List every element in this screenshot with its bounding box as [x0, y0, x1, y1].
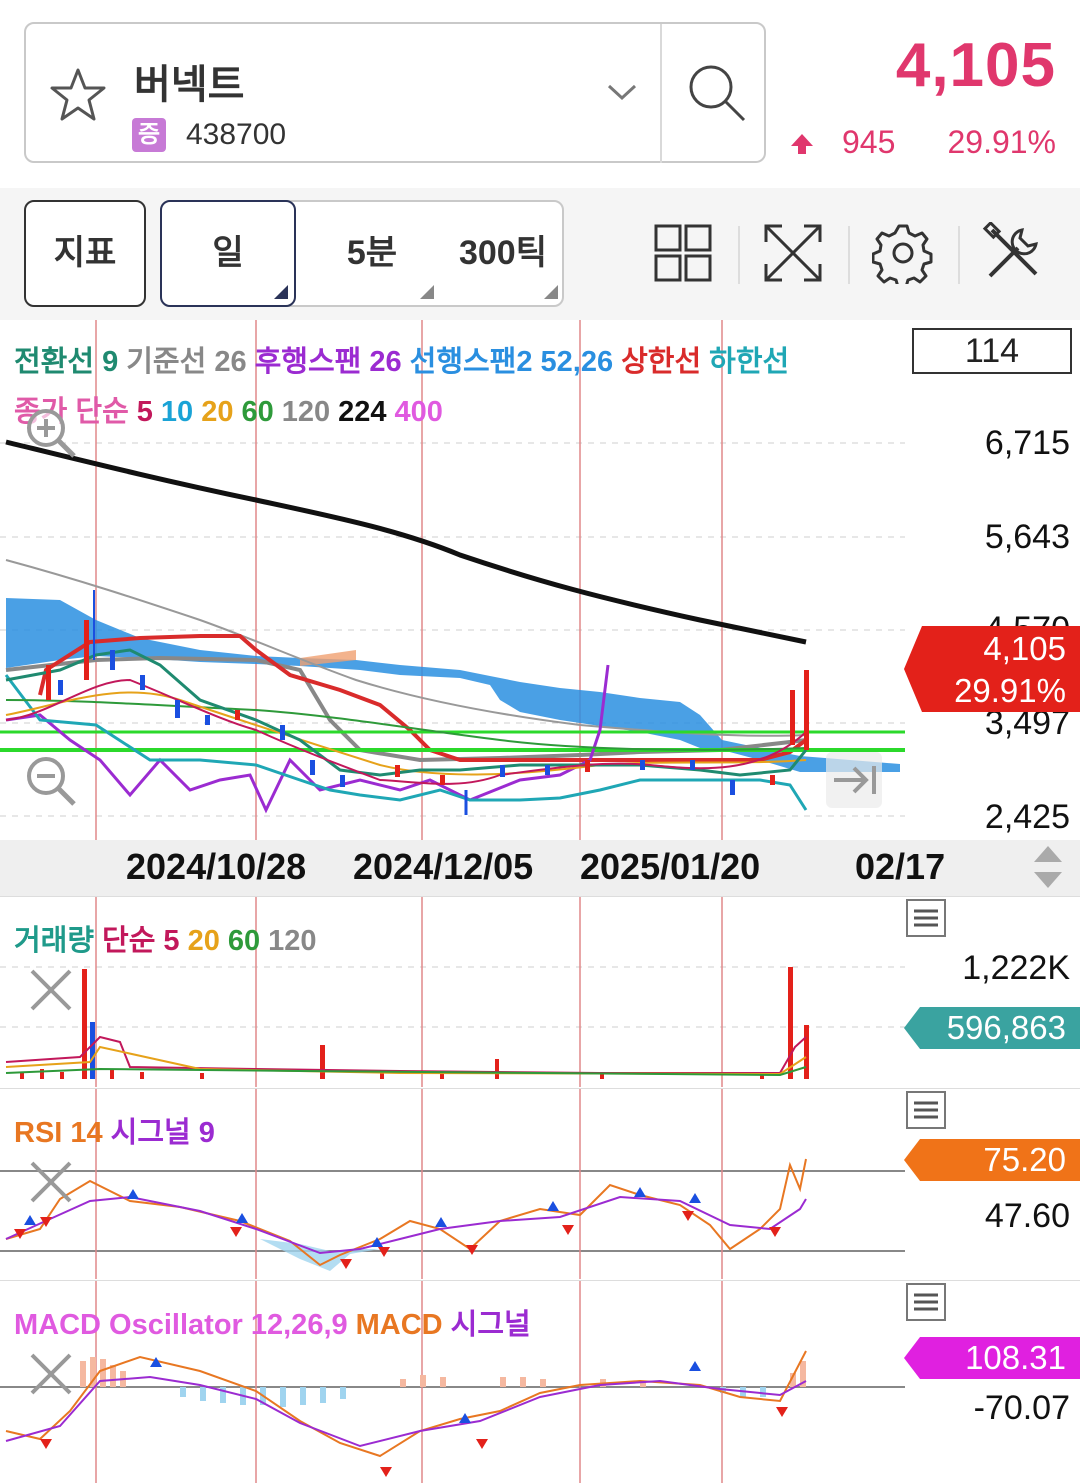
rsi-tag: 75.20 — [983, 1141, 1066, 1178]
macd-panel[interactable]: MACD Oscillator 12,26,9 MACD 시그널 108.31 -7… — [0, 1280, 1080, 1483]
divider — [660, 24, 662, 163]
legend-lower-band: 하한선 — [709, 346, 790, 378]
chevron-down-icon[interactable] — [606, 82, 638, 102]
count-box[interactable]: 114 — [912, 328, 1072, 374]
legend-ma20: 20 — [187, 925, 220, 957]
legend-ma400: 400 — [394, 396, 443, 428]
legend-ma60: 60 — [241, 396, 274, 428]
period-selector: 일 5분 300틱 — [160, 200, 564, 307]
legend-leading-span2: 선행스팬2 52,26 — [409, 346, 614, 378]
corner-triangle-icon — [420, 285, 434, 299]
y-axis-label: 5,643 — [984, 518, 1070, 556]
price-change: 945 — [842, 124, 896, 160]
legend-upper-band: 상한선 — [621, 346, 702, 378]
legend-ma5: 5 — [163, 925, 180, 957]
divider — [958, 226, 960, 284]
legend-ma20: 20 — [201, 396, 234, 428]
macd-tag: 108.31 — [965, 1339, 1066, 1376]
period-label: 일 — [212, 234, 244, 272]
tools-icon[interactable] — [982, 222, 1044, 284]
scroll-to-latest-icon[interactable] — [826, 752, 882, 808]
zoom-out-icon[interactable] — [22, 752, 78, 808]
legend-ma10: 10 — [160, 396, 194, 428]
legend-simple: 단순 — [102, 925, 156, 957]
panel-menu-icon[interactable] — [906, 899, 946, 937]
panel-resize-icon[interactable] — [1032, 844, 1064, 890]
legend-macd: MACD — [355, 1309, 443, 1341]
close-icon[interactable] — [28, 1159, 74, 1205]
legend-ma5: 5 — [136, 396, 153, 428]
legend-rsi: RSI 14 — [14, 1117, 103, 1149]
period-daily-button[interactable]: 일 — [160, 200, 296, 307]
search-icon[interactable] — [686, 62, 748, 124]
date-label: 2024/12/05 — [353, 846, 534, 887]
volume-panel[interactable]: 거래량 단순 5 20 60 120 1,222K 596,863 — [0, 896, 1080, 1087]
legend-ma60: 60 — [227, 925, 261, 957]
indicator-legend-line1[interactable]: 전환선 9 기준선 26 후행스팬 26 선행스팬2 52,26 상한선 하한선 — [14, 338, 797, 380]
date-axis[interactable]: 2024/10/28 2024/12/05 2025/01/20 02/17 — [0, 840, 1080, 896]
legend-lagging-span: 후행스팬 26 — [254, 346, 402, 378]
expand-icon[interactable] — [762, 222, 824, 284]
stock-name: 버넥트 — [134, 63, 245, 107]
volume-tag: 596,863 — [946, 1009, 1066, 1046]
grid-layout-icon[interactable] — [652, 222, 714, 284]
macd-y-label: -70.07 — [973, 1389, 1070, 1427]
date-label: 2025/01/20 — [580, 846, 761, 887]
rsi-y-label: 47.60 — [984, 1197, 1070, 1235]
volume-legend[interactable]: 거래량 단순 5 20 60 120 — [14, 917, 324, 959]
current-price-tag: 4,105 — [983, 630, 1066, 667]
legend-volume: 거래량 — [14, 925, 95, 957]
legend-signal: 시그널 9 — [110, 1117, 215, 1149]
divider — [738, 226, 740, 284]
legend-signal: 시그널 — [450, 1309, 531, 1341]
panel-menu-icon[interactable] — [906, 1283, 946, 1321]
stock-code: 438700 — [186, 118, 287, 151]
favorite-star-icon[interactable] — [46, 64, 110, 128]
divider — [848, 226, 850, 284]
legend-macd-oscillator: MACD Oscillator 12,26,9 — [14, 1309, 348, 1341]
legend-ma120: 120 — [281, 396, 331, 428]
price-chart-panel[interactable]: 114 전환선 9 기준선 26 후행스팬 26 선행스팬2 52,26 상한선 하한선 … — [0, 320, 1080, 840]
rsi-panel[interactable]: RSI 14 시그널 9 75.20 47.60 — [0, 1088, 1080, 1279]
zoom-in-icon[interactable] — [22, 404, 78, 460]
volume-y-label: 1,222K — [962, 949, 1070, 987]
close-icon[interactable] — [28, 1351, 74, 1397]
y-axis-label: 2,425 — [984, 798, 1070, 836]
current-rate-tag: 29.91% — [954, 672, 1066, 709]
price-change-rate: 29.91% — [947, 124, 1056, 160]
market-badge: 증 — [132, 118, 166, 152]
date-label: 2024/10/28 — [126, 846, 307, 887]
settings-gear-icon[interactable] — [872, 222, 934, 284]
period-label: 5분 — [346, 234, 398, 272]
stock-selector[interactable]: 버넥트 증 438700 — [24, 22, 766, 163]
corner-triangle-icon — [544, 285, 558, 299]
rsi-legend[interactable]: RSI 14 시그널 9 — [14, 1109, 223, 1151]
period-label: 300틱 — [458, 234, 547, 272]
legend-base-line: 기준선 26 — [126, 346, 247, 378]
panel-menu-icon[interactable] — [906, 1091, 946, 1129]
up-arrow-icon — [791, 134, 813, 154]
close-icon[interactable] — [28, 967, 74, 1013]
indicator-button[interactable]: 지표 — [24, 200, 146, 307]
current-price: 4,105 — [895, 31, 1056, 100]
indicator-legend-line2[interactable]: 종가 단순 5 10 20 60 120 224 400 — [14, 388, 451, 430]
period-5min-button[interactable]: 5분 — [312, 202, 434, 305]
corner-triangle-icon — [274, 285, 288, 299]
chart-toolbar: 지표 일 5분 300틱 — [0, 188, 1080, 320]
legend-conversion-line: 전환선 9 — [14, 346, 119, 378]
date-label: 02/17 — [855, 846, 946, 887]
legend-ma120: 120 — [268, 925, 317, 957]
period-300tick-button[interactable]: 300틱 — [442, 202, 564, 305]
macd-legend[interactable]: MACD Oscillator 12,26,9 MACD 시그널 — [14, 1301, 539, 1343]
legend-ma224: 224 — [338, 396, 387, 428]
y-axis-label: 6,715 — [984, 424, 1070, 462]
